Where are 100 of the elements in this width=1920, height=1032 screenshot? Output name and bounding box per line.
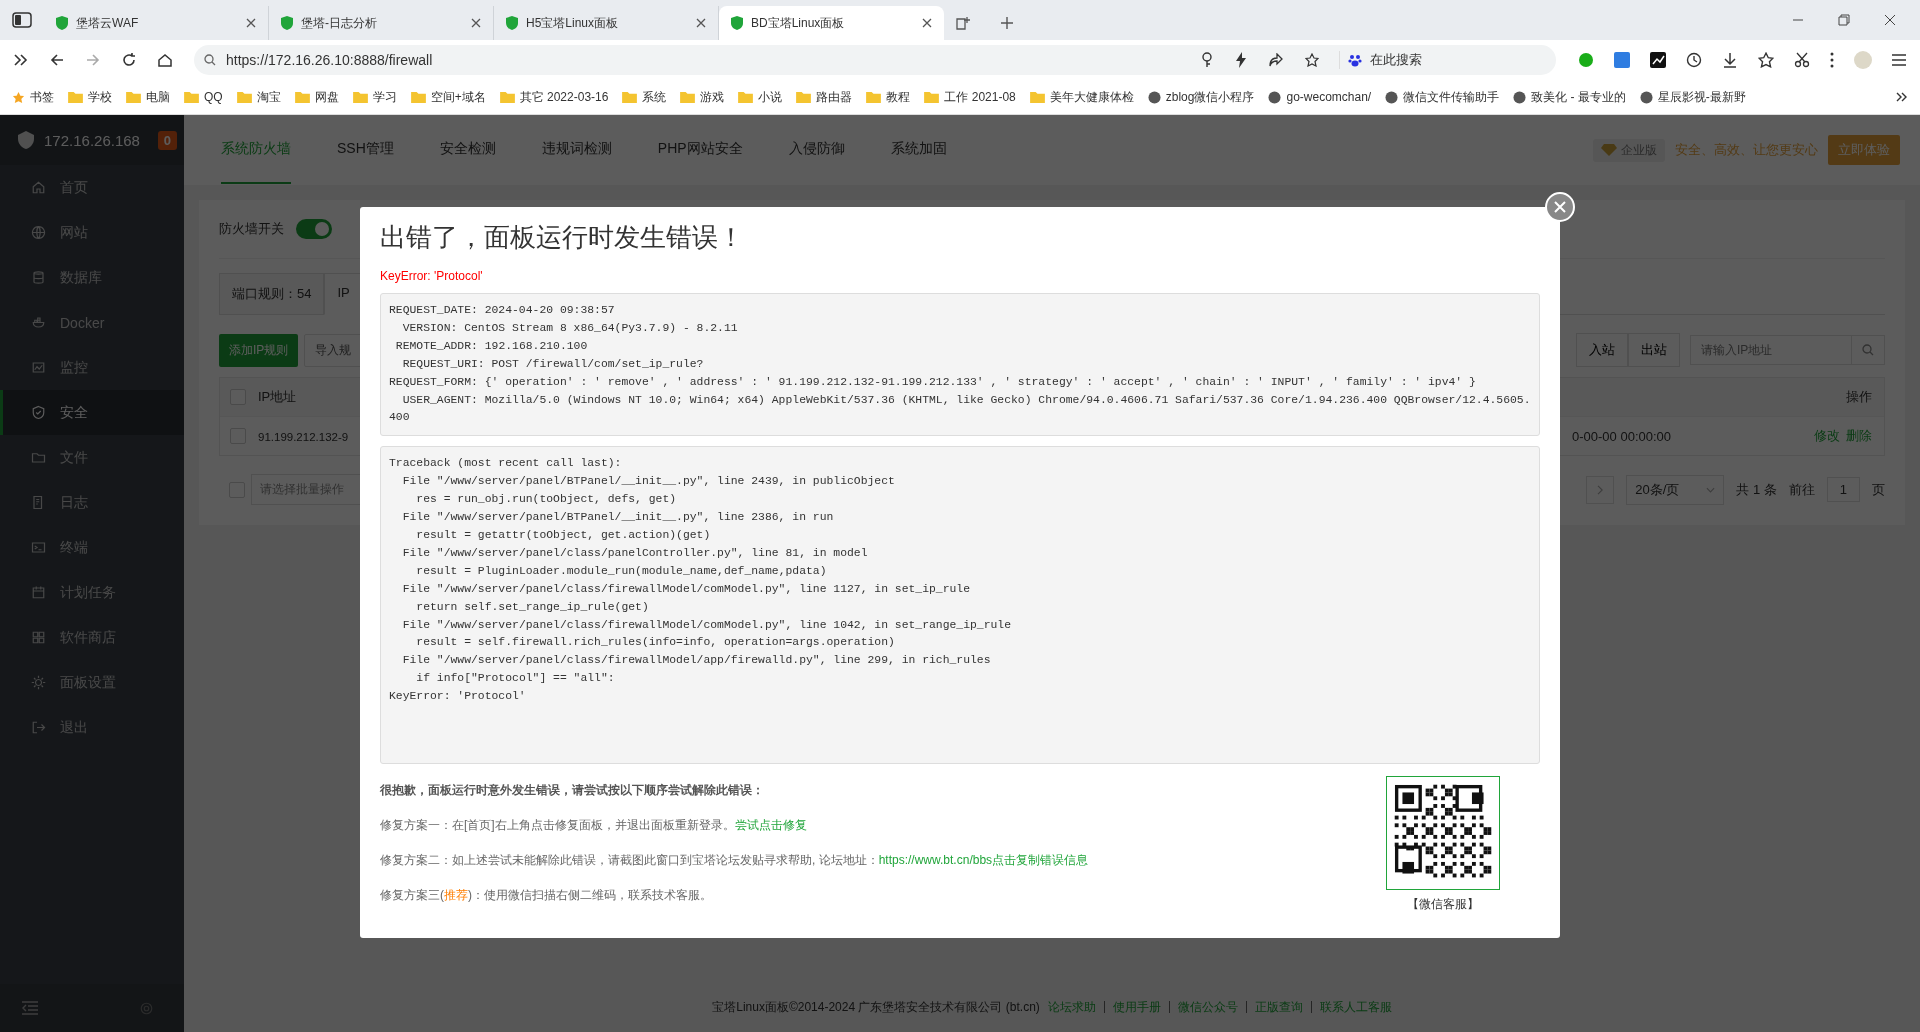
double-chevron-icon[interactable] [1896,92,1908,102]
key-icon[interactable] [1201,52,1213,68]
action-button[interactable]: 添加IP规则 [219,333,299,367]
footer-link[interactable]: 论坛求助 [1047,998,1096,1016]
table-cell: 91.199.212.132-9 [258,430,349,443]
bookmark[interactable]: 工作 2021-08 [924,88,1016,106]
star-icon[interactable] [1305,53,1319,67]
folder-icon [738,91,754,103]
lightning-icon[interactable] [1235,52,1247,68]
scissors-icon[interactable] [1794,52,1810,68]
goto-label: 前往 [1788,480,1815,499]
row-action-link[interactable]: 删除 [1846,427,1872,445]
top-tab[interactable]: 违规词检测 [541,116,612,184]
help-link[interactable]: https://www.bt.cn/bbs点击复制错误信息 [878,853,1089,868]
direction-tab[interactable]: 入站 [1576,333,1628,367]
site-icon [1385,90,1399,104]
page-input[interactable]: 1 [1826,477,1860,502]
bookmark[interactable]: 电脑 [126,88,170,106]
help-link[interactable]: 尝试点击修复 [734,818,807,833]
bookmark[interactable]: 星辰影视-最新野 [1639,88,1746,106]
bookmark[interactable]: go-wecomchan/ [1268,90,1372,104]
bookmark[interactable]: 其它 2022-03-16 [499,88,609,106]
bookmark[interactable]: 致美化 - 最专业的 [1513,88,1626,106]
folder-icon [184,91,199,103]
bookmark[interactable]: 系统 [622,88,667,106]
folder-icon [294,91,310,103]
extension-icon[interactable] [1650,52,1666,68]
bookmark[interactable]: 小说 [738,88,783,106]
firewall-switch[interactable] [296,219,332,239]
bookmark[interactable]: 微信文件传输助手 [1385,88,1500,106]
bookmark[interactable]: 空间+域名 [410,88,486,106]
download-icon[interactable] [1722,52,1738,68]
dialog-title: 出错了，面板运行时发生错误！ [380,221,745,254]
code-line: REQUEST_FORM: {' operation' : ' remove' , ' address' : ' 91.199.212.132-91.199.212.133' , ' strategy' : ' accept' , ' chain' : ' INPUT' , ' family' : ' ipv4' } [389,374,1477,390]
code-line: return self.set_range_ip_rule(get) [415,599,650,615]
footer-link[interactable]: 联系人工客服 [1319,998,1392,1016]
bookmark[interactable]: 游戏 [680,88,725,106]
bookmark[interactable]: 学习 [352,88,397,106]
bookmark[interactable]: 路由器 [796,88,853,106]
nav-icon [31,180,46,195]
close-icon[interactable] [922,18,932,28]
bookmark[interactable]: 淘宝 [236,88,281,106]
close-icon[interactable] [1884,14,1896,26]
bookmark[interactable]: 学校 [68,88,112,106]
bookmark[interactable]: 网盘 [294,88,339,106]
total-count: 共 1 条 [1736,480,1777,499]
top-tab[interactable]: 系统防火墙 [221,116,291,184]
top-tab[interactable]: 安全检测 [439,116,496,184]
trial-button[interactable]: 立即体验 [1828,135,1900,165]
reload-icon[interactable] [122,53,136,67]
code-line: REMOTE_ADDR: 192.168.210.100 [394,338,589,354]
search-box[interactable]: 在此搜索 [1339,51,1546,69]
code-line: USER_AGENT: Mozilla/5.0 (Windows NT 10.0; Win64; x64) AppleWebKit/537.36 (KHTML, like Gecko) Chrome/94.0.4606.71 Safari/537.36 Core/1.94.236.400 QQBrowser/12.4.5605.400 [389,392,1531,426]
rule-tab[interactable]: 端口规则：54 [219,273,325,315]
bookmark[interactable]: QQ [184,90,223,104]
more-icon[interactable] [1830,52,1834,68]
share-icon[interactable] [1269,53,1283,67]
rule-tab[interactable]: IP [324,273,363,315]
close-icon[interactable] [471,18,481,28]
star-icon[interactable] [1758,52,1774,68]
browser-tab[interactable]: BD宝塔Linux面板 [719,6,944,40]
footer-link[interactable]: 微信公众号 [1177,998,1238,1016]
top-tab[interactable]: 入侵防御 [788,116,845,184]
folder-icon [622,91,638,103]
folder-icon [126,91,141,103]
footer-link[interactable]: 使用手册 [1112,998,1161,1016]
nav-icon [31,225,46,240]
footer-link[interactable]: 正版查询 [1254,998,1303,1016]
site-icon [1639,90,1653,104]
bookmark[interactable]: zblog微信小程序 [1147,88,1255,106]
code-line: REQUEST_URI: POST /firewall/com/set_ip_rule? [401,356,705,372]
close-icon [1554,201,1566,213]
address-bar[interactable]: https://172.16.26.10:8888/firewall 在此搜索 [194,45,1556,75]
double-chevron-icon[interactable] [14,54,28,66]
search-icon [1862,344,1874,356]
close-icon[interactable] [246,18,256,28]
new-tab-icon[interactable] [1000,16,1014,30]
history-icon[interactable] [1686,52,1702,68]
notification-count[interactable]: 0 [157,130,177,150]
menu-icon[interactable] [1892,54,1906,66]
bookmark[interactable]: 书签 [12,88,54,106]
folder-icon [680,91,696,103]
back-icon[interactable] [50,53,64,67]
folder-icon [499,91,515,103]
bookmark[interactable]: 教程 [866,88,911,106]
restore-icon[interactable] [1838,14,1850,26]
sidebar-toggle-icon[interactable] [12,12,32,28]
top-tab[interactable]: PHP网站安全 [657,116,743,184]
nav-item[interactable]: 安全 [0,390,184,435]
close-icon[interactable] [696,18,706,28]
direction-tab[interactable]: 出站 [1628,333,1680,367]
home-icon[interactable] [158,53,172,67]
bookmark[interactable]: 美年大健康体检 [1029,88,1134,106]
top-tab[interactable]: SSH管理 [337,116,394,184]
top-tab[interactable]: 系统加固 [890,116,947,184]
tab-list-icon[interactable] [956,16,970,30]
nav-icon [31,405,46,420]
shield-icon [731,16,743,30]
page-size-select[interactable]: 20条/页 [1626,474,1725,505]
row-action-link[interactable]: 修改 [1814,427,1840,445]
